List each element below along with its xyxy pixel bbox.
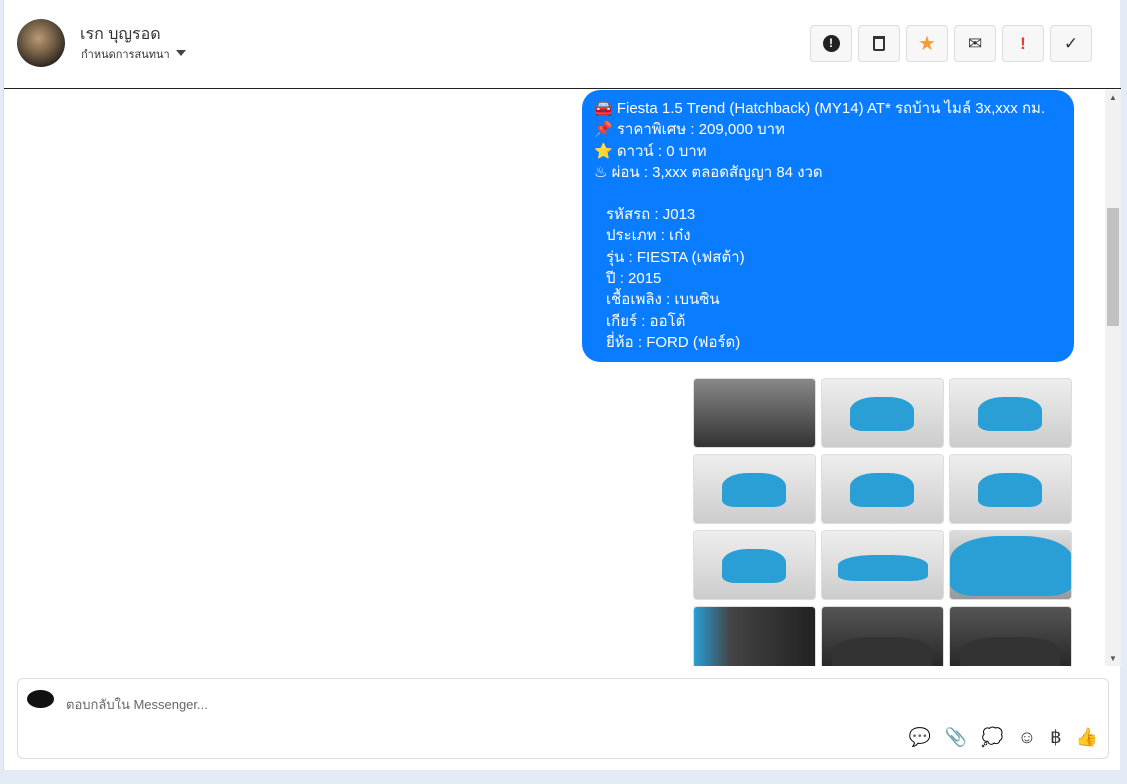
- message-bubble: 🚘 Fiesta 1.5 Trend (Hatchback) (MY14) AT…: [582, 90, 1074, 362]
- scroll-up-icon[interactable]: ▲: [1109, 93, 1117, 102]
- car-photo[interactable]: [821, 378, 944, 448]
- car-photo[interactable]: [693, 530, 816, 600]
- exclamation-circle-icon: !: [822, 35, 840, 52]
- exclamation-icon: !: [1020, 33, 1026, 53]
- reply-input[interactable]: ตอบกลับใน Messenger...: [66, 694, 208, 715]
- car-photo[interactable]: [693, 454, 816, 524]
- delete-button[interactable]: [858, 25, 900, 62]
- car-photo[interactable]: [949, 530, 1072, 600]
- baht-icon[interactable]: ฿: [1050, 727, 1061, 748]
- mark-unread-button[interactable]: ✉: [954, 25, 996, 62]
- paperclip-icon[interactable]: 📎: [945, 727, 967, 748]
- conversation-header: เรก บุญรอด กำหนดการสนทนา ! ★ ✉ ! ✓: [4, 0, 1121, 89]
- caret-down-icon: [175, 50, 186, 61]
- car-photo[interactable]: [949, 454, 1072, 524]
- car-photo[interactable]: [693, 606, 816, 666]
- message-line: 📌 ราคาพิเศษ : 209,000 บาท: [594, 121, 785, 139]
- conversation-settings-dropdown[interactable]: กำหนดการสนทนา: [81, 45, 186, 63]
- detail-line: รุ่น : FIESTA (เฟสต้า): [606, 248, 745, 266]
- scroll-down-icon[interactable]: ▼: [1109, 654, 1117, 663]
- conversation-settings-label: กำหนดการสนทนา: [81, 49, 170, 61]
- message-thread: 🚘 Fiesta 1.5 Trend (Hatchback) (MY14) AT…: [4, 90, 1105, 666]
- emoji-icon[interactable]: ☺: [1018, 727, 1036, 748]
- important-button[interactable]: !: [1002, 25, 1044, 62]
- scrollbar-thumb[interactable]: [1107, 208, 1119, 326]
- envelope-icon: ✉: [967, 33, 983, 53]
- car-photo[interactable]: [821, 454, 944, 524]
- detail-line: เชื้อเพลิง : เบนซิน: [606, 291, 720, 309]
- trash-icon: [873, 36, 885, 51]
- reply-composer: ตอบกลับใน Messenger... 💬 📎 💭 ☺ ฿ 👍: [17, 678, 1109, 759]
- quick-reply-icon[interactable]: 💭: [981, 727, 1003, 748]
- message-line: ♨ ผ่อน : 3,xxx ตลอดสัญญา 84 งวด: [594, 163, 823, 181]
- scrollbar[interactable]: ▲ ▼: [1105, 90, 1121, 666]
- detail-line: ยี่ห้อ : FORD (ฟอร์ด): [606, 333, 741, 351]
- saved-reply-icon[interactable]: 💬: [908, 727, 930, 748]
- thumbs-up-icon[interactable]: 👍: [1076, 727, 1098, 748]
- car-photo[interactable]: [949, 606, 1072, 666]
- detail-line: เกียร์ : ออโต้: [606, 312, 686, 330]
- star-button[interactable]: ★: [906, 25, 948, 62]
- toolbar: ! ★ ✉ ! ✓: [810, 25, 1092, 62]
- detail-line: รหัสรถ : J013: [606, 206, 696, 224]
- contact-name: เรก บุญรอด: [80, 26, 161, 43]
- mark-spam-button[interactable]: !: [810, 25, 852, 62]
- car-photo[interactable]: [949, 378, 1072, 448]
- car-photo[interactable]: [693, 378, 816, 448]
- car-photo[interactable]: [821, 530, 944, 600]
- message-line: ⭐ ดาวน์ : 0 บาท: [594, 142, 707, 160]
- detail-line: ประเภท : เก๋ง: [606, 227, 691, 245]
- composer-actions: 💬 📎 💭 ☺ ฿ 👍: [908, 727, 1098, 748]
- star-icon: ★: [918, 33, 936, 55]
- message-line: 🚘 Fiesta 1.5 Trend (Hatchback) (MY14) AT…: [594, 100, 1046, 117]
- photo-grid: [693, 378, 1072, 666]
- conversation-panel: เรก บุญรอด กำหนดการสนทนา ! ★ ✉ ! ✓ 🚘 Fie…: [3, 0, 1121, 770]
- page-avatar: [27, 690, 54, 708]
- avatar[interactable]: [17, 19, 65, 67]
- car-photo[interactable]: [821, 606, 944, 666]
- mark-done-button[interactable]: ✓: [1050, 25, 1092, 62]
- detail-line: ปี : 2015: [606, 270, 662, 288]
- check-icon: ✓: [1063, 33, 1079, 53]
